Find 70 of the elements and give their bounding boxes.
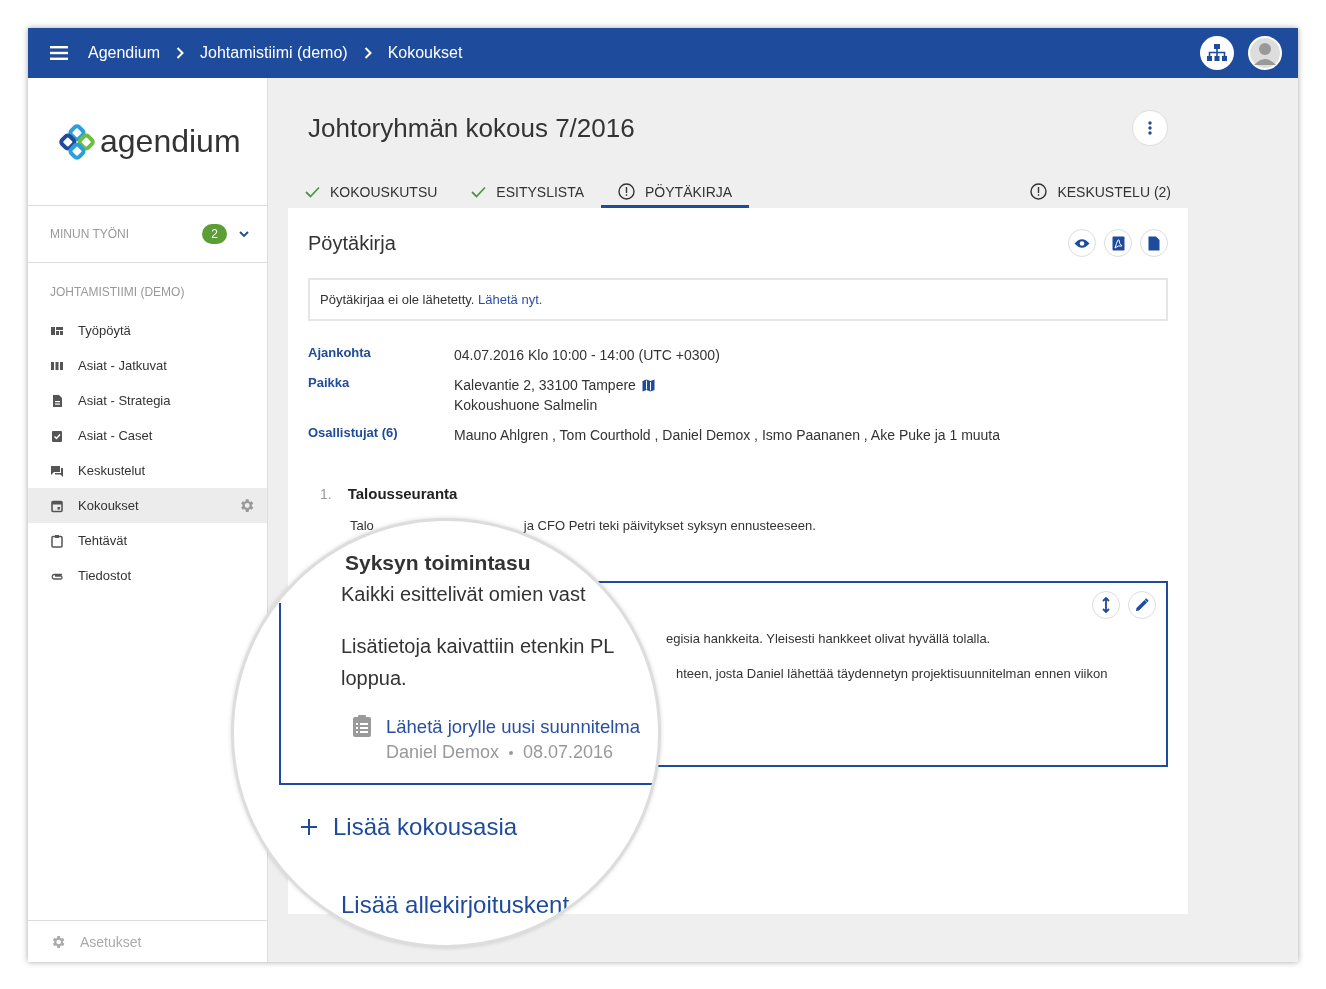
item-text: egisia hankkeita. Yleisesti hankkeet olivat hyvällä tolalla. [666,631,991,646]
separator-dot [509,750,514,755]
magnified-text: Kaikki esittelivät omien vast [340,582,587,607]
detail-value: 04.07.2016 Klo 10:00 - 14:00 (UTC +0300) [454,346,720,365]
tab[interactable]: KESKUSTELU (2) [1013,178,1188,208]
task-date: 08.07.2016 [523,742,614,763]
section-label: JOHTAMISTIIMI (DEMO) [49,284,186,301]
magnified-heading: Syksyn toimintasu [345,550,532,576]
agenda-summary: Talo [350,518,374,533]
tab[interactable]: ESITYSLISTA [454,178,602,208]
avatar-icon[interactable] [1248,36,1282,70]
reorder-icon[interactable] [1092,591,1120,619]
clipboard-list-icon [352,714,372,738]
add-signature-link[interactable]: Lisää allekirjoituskent [301,891,640,919]
notice-text: Pöytäkirjaa ei ole lähetetty. [320,292,475,307]
task-link[interactable]: Lähetä jorylle uusi suunnitelma [386,716,640,737]
chat-icon [50,463,64,478]
nav-item[interactable]: Työpöytä [28,313,143,348]
settings-icon [50,933,66,950]
document-icon [50,393,64,408]
breadcrumb-link[interactable]: Kokoukset [387,44,463,62]
checkmark-icon [471,185,487,198]
nav-item[interactable]: Asiat - Jatkuvat [28,348,179,383]
tab[interactable]: KOKOUSKUTSU [288,178,455,208]
org-chart-icon[interactable] [1200,36,1234,70]
detail-value: Mauno Ahlgren , Tom Courthold , Daniel Demox , Ismo Paananen , Ake Puke ja 1 muuta [454,426,1001,445]
checklist-icon [50,428,64,443]
chevron-right-icon [176,47,185,59]
nav-item[interactable]: Tehtävät [28,523,140,558]
task-assignee: Daniel Demox [386,742,500,763]
nav-item[interactable]: Kokoukset [28,488,267,523]
breadcrumb-link[interactable]: Johtamistiimi (demo) [200,44,348,62]
detail-label: Osallistujat (6) [308,425,399,442]
send-now-link[interactable]: Lähetä nyt. [478,292,543,307]
detail-label: Paikka [308,375,351,392]
detail-label: Ajankohta [308,345,372,362]
map-icon[interactable] [641,378,655,392]
exclamation-circle-icon [618,183,636,200]
clipboard-icon [50,533,64,548]
exclamation-circle-icon [1030,183,1048,200]
logo-text: agendium [100,123,241,160]
edit-icon[interactable] [1128,591,1156,619]
chevron-right-icon [363,47,372,59]
agenda-item-title: Talousseuranta [347,485,458,502]
count-badge: 2 [202,224,227,244]
nav-item[interactable]: Keskustelut [28,453,158,488]
section-title: Pöytäkirja [308,231,397,255]
nav-item[interactable]: Asiat - Caset [28,418,165,453]
item-number: 1. [320,485,332,502]
nav-item[interactable]: Tiedostot [28,558,143,593]
nav-item[interactable]: Asiat - Strategia [28,383,183,418]
section-label: MINUN TYÖNI [50,227,131,241]
preview-icon[interactable] [1068,229,1096,257]
breadcrumb-link[interactable]: Agendium [88,44,161,62]
agenda-summary: ja CFO Petri teki päivitykset syksyn ennusteeseen. [523,518,816,533]
pdf-icon[interactable] [1104,229,1132,257]
document-icon[interactable] [1140,229,1168,257]
detail-value: Kalevantie 2, 33100 Tampere [454,376,636,395]
chevron-down-icon[interactable] [239,230,249,238]
meeting-title: Johtoryhmän kokous 7/2016 [308,112,635,144]
calendar-icon [50,498,64,513]
add-item-link[interactable]: Lisää kokousasia [301,813,640,841]
checkmark-icon [305,185,320,198]
plus-icon [301,819,317,835]
magnified-text: Lisätietoja kaivattiin etenkin PL loppua. [340,634,616,691]
detail-value: Kokoushuone Salmelin [454,396,598,415]
item-text: hteen, josta Daniel lähettää täydennetyn projektisuunnitelman ennen viikon [676,666,1108,681]
menu-icon[interactable] [50,46,68,60]
more-options-icon[interactable] [1132,110,1168,146]
logo-icon [58,122,96,161]
